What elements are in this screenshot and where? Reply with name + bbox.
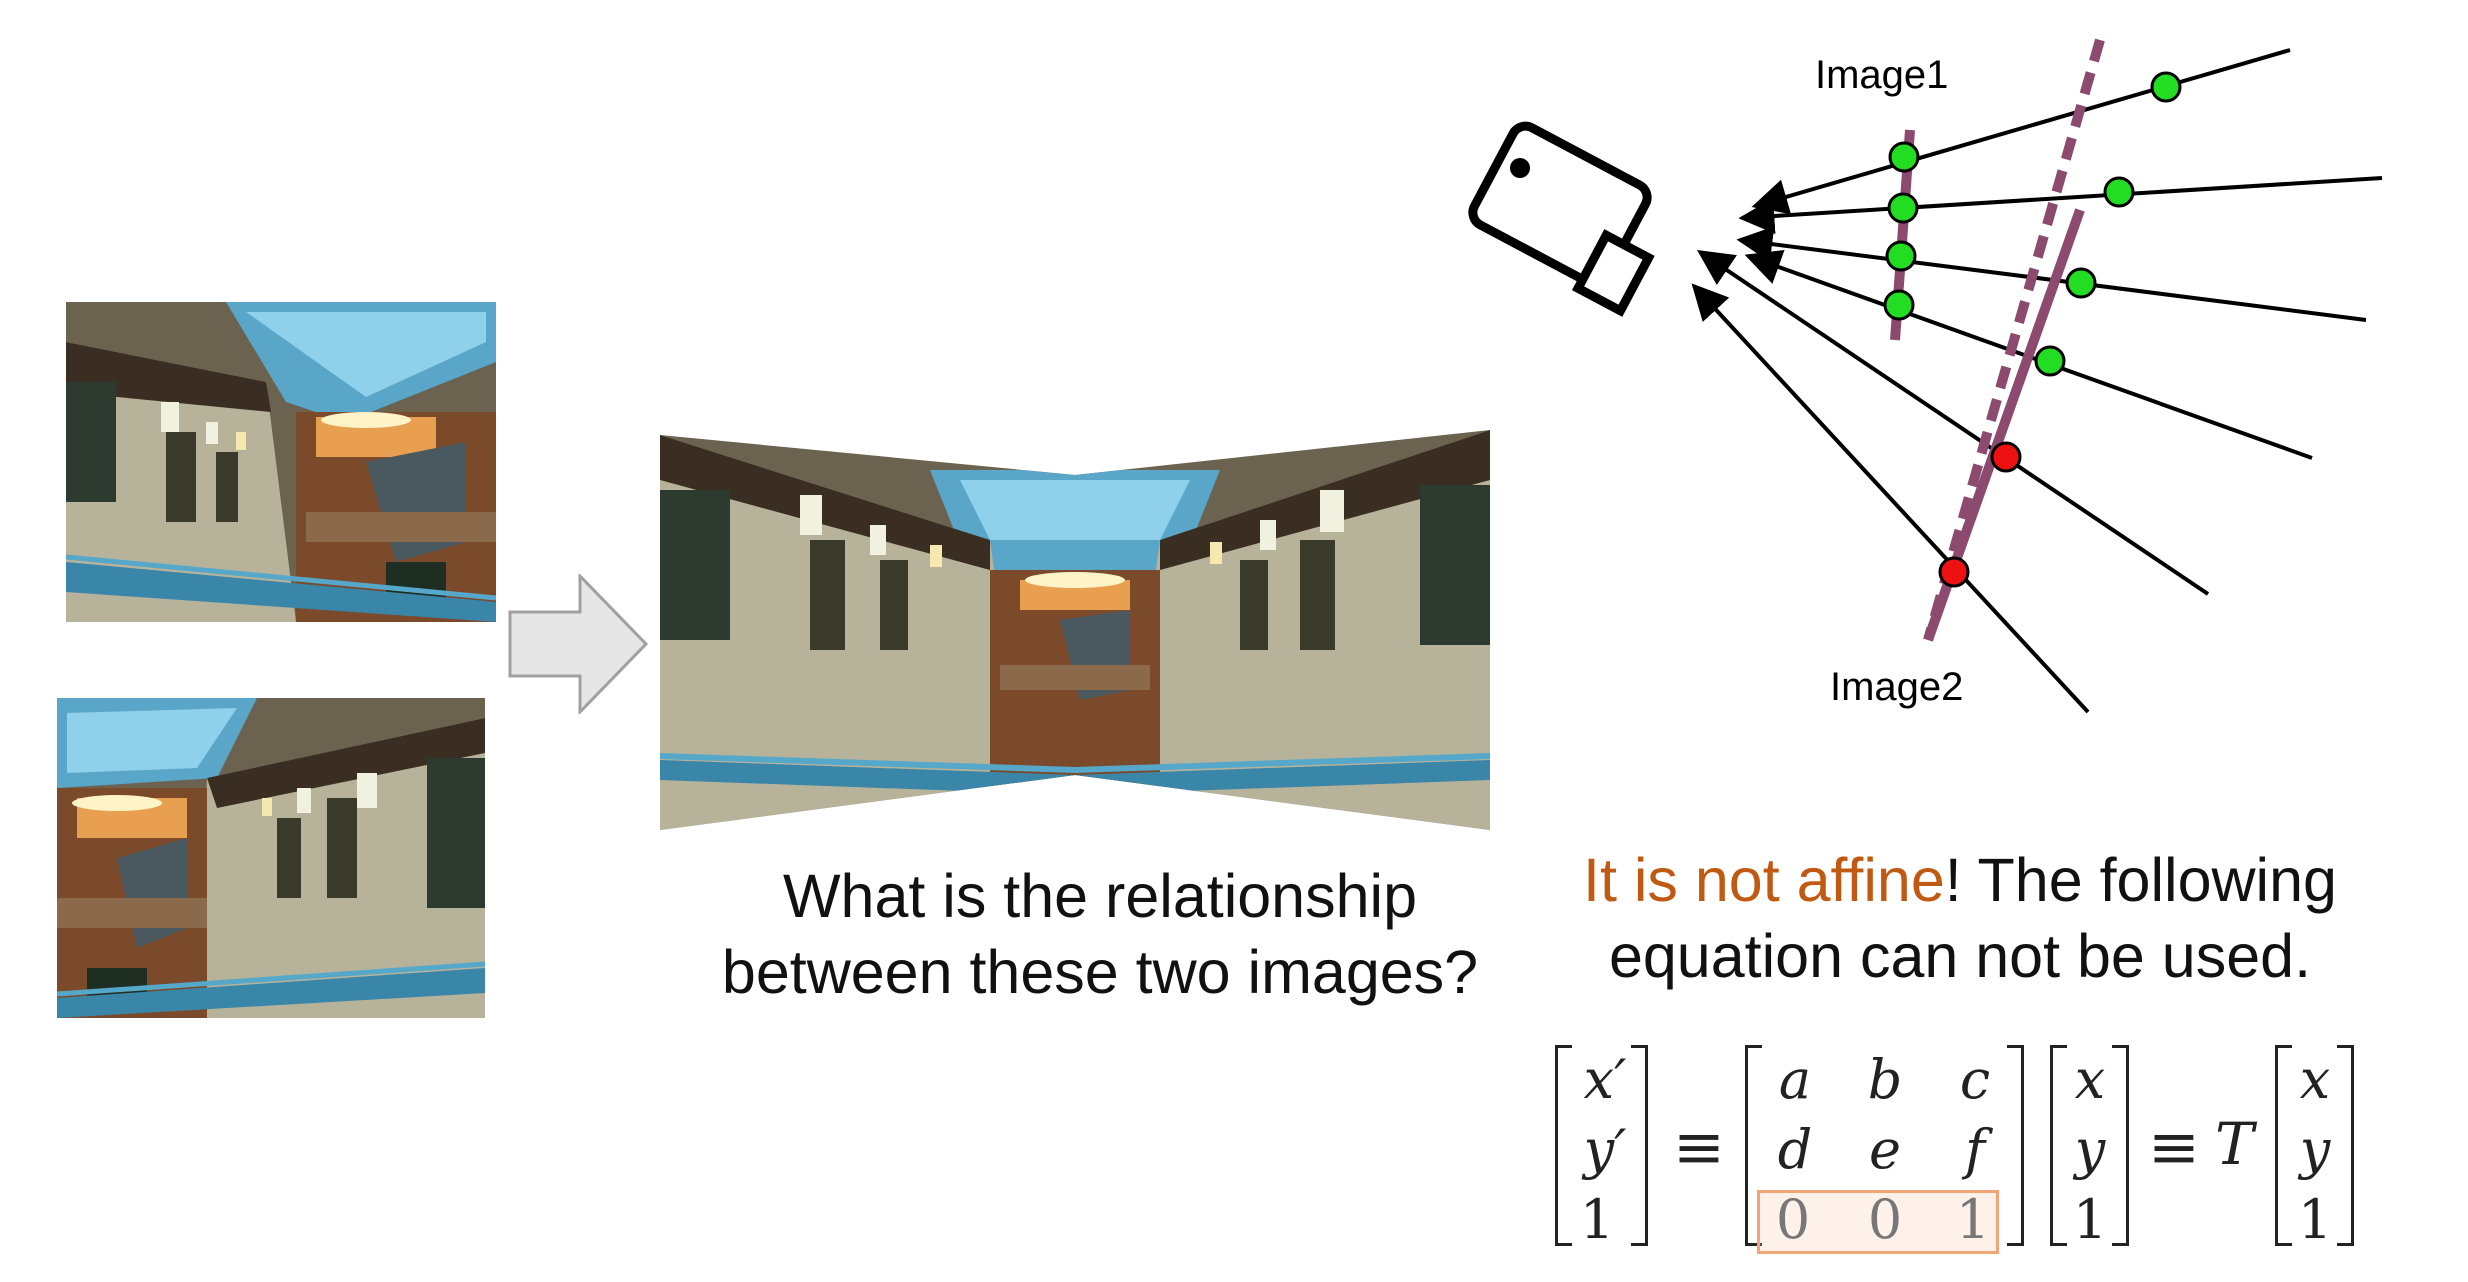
projection-rays (1691, 48, 2383, 714)
m-c: c (1959, 1048, 1991, 1111)
rhs-y: y (2074, 1118, 2106, 1181)
lhs-vector: x′ y′ 1 (1545, 1040, 1655, 1250)
equiv-sign-1: ≡ (1673, 1110, 1725, 1183)
statement-rest: ! The following (1944, 846, 2337, 914)
question-line-1: What is the relationship (782, 862, 1418, 930)
not-affine-highlight: It is not affine (1583, 846, 1945, 914)
m-b: b (1867, 1048, 1903, 1111)
statement-line-2: equation can not be used. (1608, 922, 2312, 990)
rhs-x: x (2074, 1048, 2106, 1111)
statement-line-1: It is not affine! The following (1520, 842, 2400, 918)
m-f: f (1965, 1118, 1985, 1181)
red-points (1938, 441, 2022, 588)
rhs2-1: 1 (2297, 1188, 2333, 1251)
rhs-vector: x y 1 (2050, 1040, 2130, 1250)
m-a: a (1778, 1048, 1812, 1111)
rhs2-x: x (2299, 1048, 2331, 1111)
camera-icon (1468, 121, 1655, 317)
equiv-sign-2: ≡ (2148, 1110, 2200, 1183)
stitched-panorama (660, 430, 1490, 830)
lhs-x: x′ (1583, 1048, 1627, 1111)
transform-arrow-icon (508, 574, 648, 714)
matrix-T: T (2215, 1110, 2254, 1178)
m-e: e (1869, 1118, 1901, 1181)
projection-diagram: Image1 Image2 (1468, 38, 2383, 714)
lhs-1: 1 (1579, 1188, 1615, 1251)
transform-matrix: a b c d e f 0 0 1 (1745, 1040, 2025, 1254)
m-i: 1 (1955, 1188, 1991, 1251)
question-line-2: between these two images? (721, 938, 1479, 1006)
input-photo-1 (66, 302, 496, 622)
rhs-vector-2: x y 1 (2275, 1040, 2355, 1250)
rhs2-y: y (2299, 1118, 2331, 1181)
question-text: What is the relationship between these t… (690, 858, 1510, 1010)
affine-equation: x′ y′ 1 ≡ a b c d e f 0 0 1 x y 1 ≡ T x … (1545, 1040, 2375, 1254)
input-photo-2 (57, 698, 485, 1018)
statement-text: It is not affine! The following equation… (1520, 842, 2400, 994)
m-g: 0 (1775, 1188, 1811, 1251)
m-h: 0 (1867, 1188, 1903, 1251)
lhs-y: y′ (1583, 1118, 1627, 1181)
rhs-1: 1 (2072, 1188, 2108, 1251)
label-image1: Image1 (1815, 53, 1948, 97)
m-d: d (1777, 1118, 1813, 1181)
label-image2: Image2 (1830, 665, 1963, 709)
